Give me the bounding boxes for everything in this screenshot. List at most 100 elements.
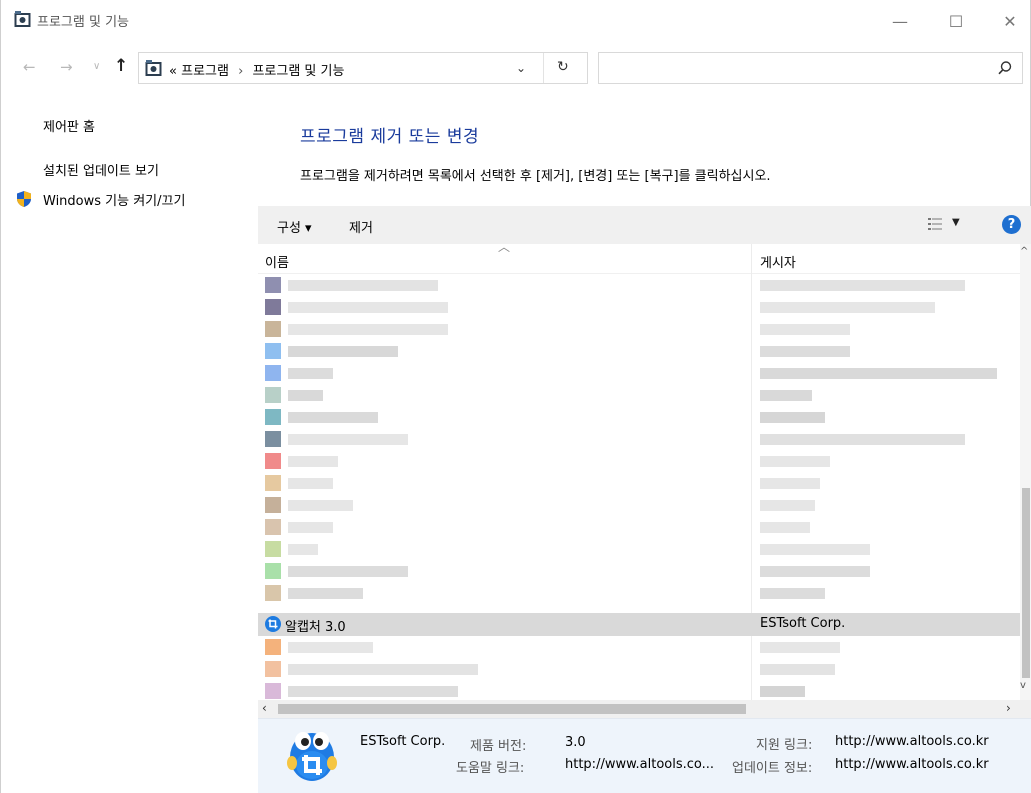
scroll-right-arrow-icon[interactable]: ›: [1006, 701, 1011, 715]
obscured-name: [288, 664, 478, 675]
breadcrumb-overflow[interactable]: «: [169, 64, 177, 79]
list-item[interactable]: [258, 472, 1020, 495]
window-title: 프로그램 및 기능: [37, 15, 129, 30]
program-icon: [265, 519, 281, 535]
list-item[interactable]: [258, 296, 1020, 319]
list-item[interactable]: [258, 538, 1020, 561]
list-item[interactable]: [258, 516, 1020, 539]
back-arrow-icon[interactable]: ←: [23, 58, 36, 76]
breadcrumb: « 프로그램 › 프로그램 및 기능: [169, 60, 344, 79]
obscured-publisher: [760, 434, 965, 445]
breadcrumb-separator[interactable]: ›: [233, 64, 248, 79]
scroll-down-arrow-icon[interactable]: v: [1020, 680, 1026, 691]
horizontal-scrollbar[interactable]: ‹ ›: [258, 700, 1020, 718]
list-item[interactable]: [258, 318, 1020, 341]
list-item[interactable]: [258, 428, 1020, 451]
list-item[interactable]: [258, 636, 1020, 659]
horizontal-scroll-thumb[interactable]: [278, 704, 746, 714]
organize-button[interactable]: 구성 ▾: [277, 217, 312, 236]
control-panel-home-link[interactable]: 제어판 홈: [43, 116, 95, 135]
view-options-chevron-icon[interactable]: ▼: [952, 217, 960, 228]
list-item[interactable]: [258, 274, 1020, 297]
obscured-publisher: [760, 664, 835, 675]
search-icon[interactable]: [997, 60, 1013, 76]
column-header-name[interactable]: 이름: [265, 252, 289, 271]
help-button[interactable]: ?: [1002, 215, 1021, 234]
page-description: 프로그램을 제거하려면 목록에서 선택한 후 [제거], [변경] 또는 [복구…: [300, 169, 771, 184]
program-icon: [265, 431, 281, 447]
vertical-scrollbar[interactable]: ^ v: [1020, 244, 1031, 706]
view-details-icon[interactable]: [928, 217, 942, 231]
close-button[interactable]: ✕: [987, 6, 1031, 36]
obscured-publisher: [760, 642, 840, 653]
details-help-link[interactable]: http://www.altools.co...: [565, 757, 714, 772]
command-bar: 구성 ▾ 제거 ▼ ?: [258, 206, 1031, 244]
breadcrumb-item-programs[interactable]: 프로그램: [181, 64, 229, 79]
program-icon: [265, 661, 281, 677]
program-icon: [265, 321, 281, 337]
program-icon: [265, 585, 281, 601]
details-support-link[interactable]: http://www.altools.co.kr: [835, 734, 989, 749]
obscured-name: [288, 412, 378, 423]
program-icon: [265, 409, 281, 425]
list-item-selected[interactable]: 알캡처 3.0 ESTsoft Corp.: [258, 613, 1020, 636]
list-item[interactable]: [258, 362, 1020, 385]
address-history-chevron-icon[interactable]: ⌄: [516, 61, 526, 75]
list-item[interactable]: [258, 560, 1020, 583]
program-icon: [265, 475, 281, 491]
list-header: 이름 ︿ 게시자: [258, 244, 1020, 274]
obscured-name: [288, 368, 333, 379]
windows-features-link[interactable]: Windows 기능 켜기/끄기: [43, 190, 185, 209]
obscured-name: [288, 456, 338, 467]
obscured-publisher: [760, 346, 850, 357]
address-bar[interactable]: « 프로그램 › 프로그램 및 기능 ⌄ ↻: [138, 52, 588, 84]
recent-locations-chevron-icon[interactable]: ∨: [93, 61, 100, 72]
program-icon: [265, 683, 281, 699]
search-input[interactable]: [598, 52, 1023, 84]
program-icon: [265, 563, 281, 579]
refresh-icon[interactable]: ↻: [557, 59, 569, 75]
obscured-publisher: [760, 324, 850, 335]
page-title: 프로그램 제거 또는 변경: [300, 127, 480, 147]
list-item[interactable]: [258, 658, 1020, 681]
obscured-publisher: [760, 368, 997, 379]
vertical-scroll-thumb[interactable]: [1022, 488, 1030, 678]
column-header-publisher[interactable]: 게시자: [760, 252, 796, 271]
list-item[interactable]: [258, 406, 1020, 429]
details-product-version-label: 제품 버전:: [470, 739, 527, 754]
uninstall-button[interactable]: 제거: [349, 217, 373, 236]
details-update-info-label: 업데이트 정보:: [732, 761, 813, 776]
alcapture-logo-icon: [287, 732, 337, 781]
obscured-name: [288, 280, 438, 291]
list-item[interactable]: [258, 340, 1020, 363]
details-update-info[interactable]: http://www.altools.co.kr: [835, 757, 989, 772]
scroll-up-arrow-icon[interactable]: ^: [1020, 246, 1028, 257]
program-icon: [265, 497, 281, 513]
details-product-version: 3.0: [565, 735, 586, 750]
maximize-button[interactable]: ☐: [933, 6, 979, 36]
up-arrow-icon[interactable]: ↑: [114, 56, 128, 76]
list-item[interactable]: [258, 582, 1020, 605]
obscured-name: [288, 686, 458, 697]
list-item[interactable]: [258, 450, 1020, 473]
program-list: 이름 ︿ 게시자 알캡처 3.0 ESTsoft Corp. ^ v ‹ ›: [258, 244, 1031, 718]
breadcrumb-item-programs-features[interactable]: 프로그램 및 기능: [252, 64, 344, 79]
navigation-bar: ← → ∨ ↑ « 프로그램 › 프로그램 및 기능 ⌄ ↻: [1, 50, 1030, 86]
list-item[interactable]: [258, 494, 1020, 517]
obscured-name: [288, 390, 323, 401]
obscured-publisher: [760, 412, 825, 423]
obscured-name: [288, 588, 363, 599]
forward-arrow-icon[interactable]: →: [60, 58, 73, 76]
obscured-publisher: [760, 456, 830, 467]
program-icon: [265, 541, 281, 557]
program-icon: [265, 453, 281, 469]
minimize-button[interactable]: —: [877, 6, 923, 36]
view-installed-updates-link[interactable]: 설치된 업데이트 보기: [43, 160, 159, 179]
obscured-publisher: [760, 566, 870, 577]
obscured-name: [288, 544, 318, 555]
obscured-name: [288, 478, 333, 489]
scroll-left-arrow-icon[interactable]: ‹: [262, 701, 267, 715]
obscured-publisher: [760, 500, 815, 511]
list-item[interactable]: [258, 384, 1020, 407]
program-icon: [265, 365, 281, 381]
